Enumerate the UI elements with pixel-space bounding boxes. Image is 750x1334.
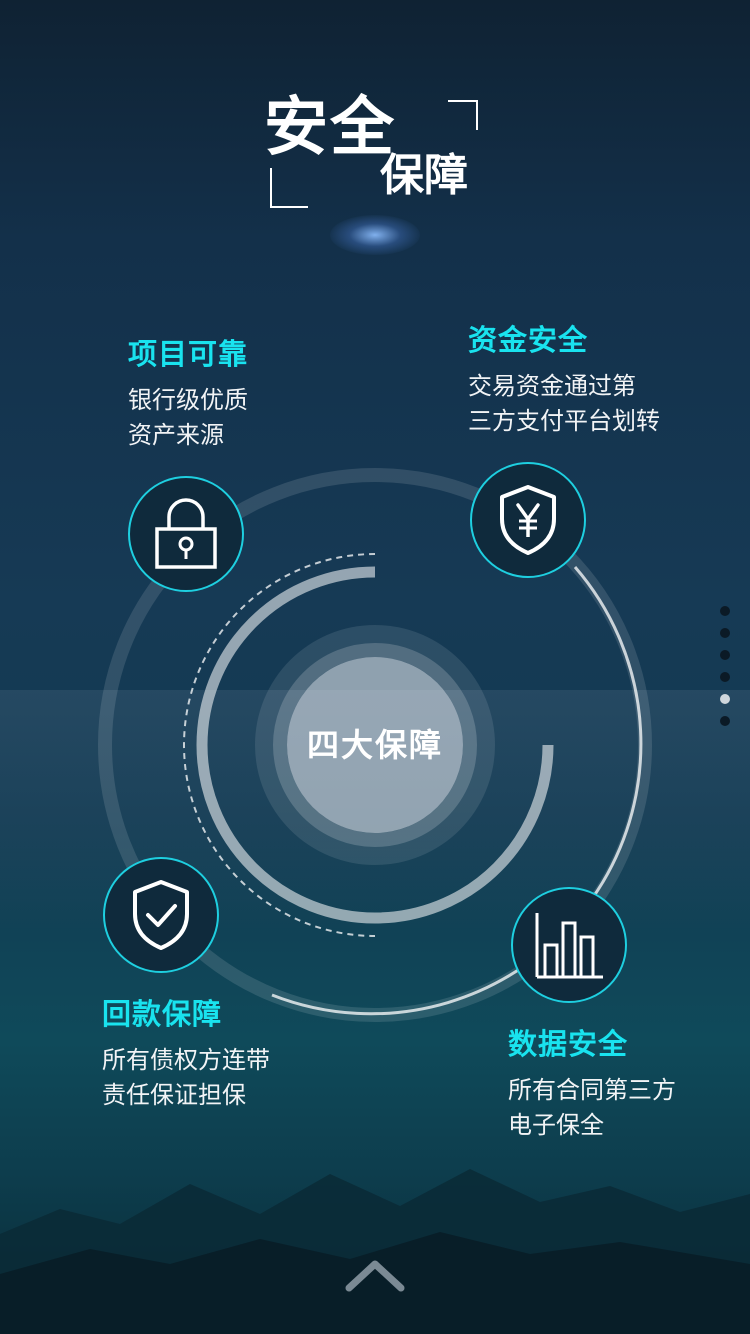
bar-chart-icon <box>535 913 603 979</box>
chevron-up-icon[interactable] <box>343 1254 407 1294</box>
bar-chart-icon-circle <box>511 887 627 1003</box>
pagination-dot[interactable] <box>720 694 730 704</box>
pagination-dot[interactable] <box>720 606 730 616</box>
pagination-dot[interactable] <box>720 716 730 726</box>
feature-funds-desc-2: 三方支付平台划转 <box>468 407 660 435</box>
check-shield-icon <box>133 880 189 950</box>
center-label: 四大保障 <box>306 726 443 764</box>
feature-funds-desc-1: 交易资金通过第 <box>468 372 636 400</box>
pagination-dot[interactable] <box>720 628 730 638</box>
feature-repay-desc-2: 责任保证担保 <box>102 1081 246 1109</box>
feature-funds-title: 资金安全 <box>468 323 589 357</box>
pagination-dot[interactable] <box>720 650 730 660</box>
feature-data-title: 数据安全 <box>508 1027 629 1061</box>
lock-icon <box>155 498 217 569</box>
feature-funds: 资金安全 交易资金通过第 三方支付平台划转 <box>468 326 660 439</box>
feature-data-desc-2: 电子保全 <box>508 1111 604 1139</box>
yuan-shield-icon <box>500 485 556 555</box>
feature-repay-title: 回款保障 <box>102 997 223 1031</box>
lock-icon-circle <box>128 476 244 592</box>
yuan-shield-icon-circle <box>470 462 586 578</box>
pagination-dots <box>720 606 730 738</box>
pagination-dot[interactable] <box>720 672 730 682</box>
feature-repay-desc-1: 所有债权方连带 <box>102 1046 270 1074</box>
security-page: 安全 保障 四大保障 项目可靠 银行级优质 资产来源 资金安全 交易资金通过第 … <box>0 0 750 1334</box>
feature-project-title: 项目可靠 <box>128 337 249 371</box>
feature-repay: 回款保障 所有债权方连带 责任保证担保 <box>102 1000 270 1113</box>
feature-data: 数据安全 所有合同第三方 电子保全 <box>508 1030 676 1143</box>
feature-project-desc-2: 资产来源 <box>128 421 224 449</box>
feature-project-desc-1: 银行级优质 <box>128 386 248 414</box>
check-shield-icon-circle <box>103 857 219 973</box>
feature-project: 项目可靠 银行级优质 资产来源 <box>128 340 248 453</box>
feature-data-desc-1: 所有合同第三方 <box>508 1076 676 1104</box>
